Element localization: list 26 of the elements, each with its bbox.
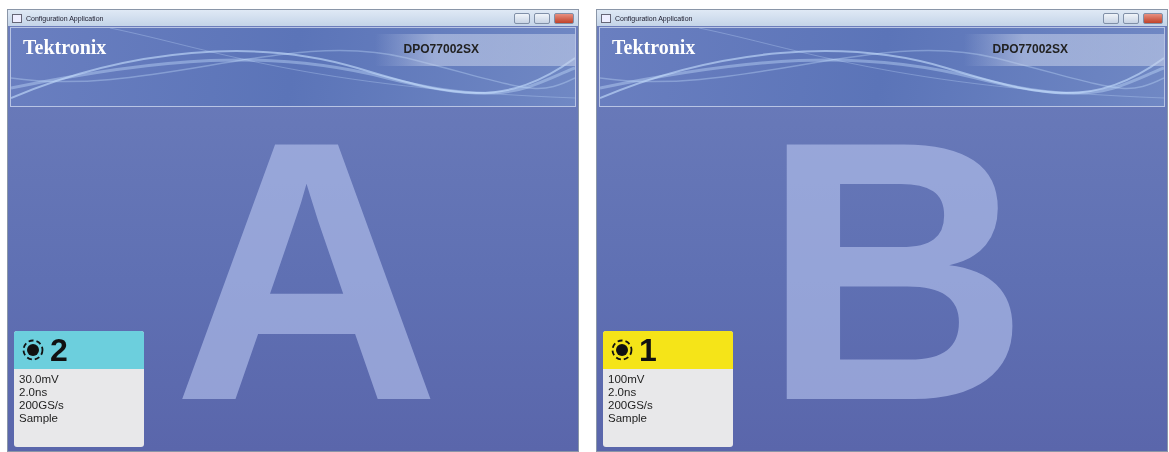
channel-readout: 200GS/s [607, 399, 654, 412]
minimize-button[interactable] [1103, 12, 1119, 24]
channel-number: 1 [639, 334, 657, 366]
channel-readout: 2.0ns [607, 386, 638, 399]
app-icon [601, 13, 611, 23]
app-icon [12, 13, 22, 23]
background-letter: B [762, 86, 1030, 451]
channel-probe-icon [22, 339, 44, 361]
brand-logo: Tektronix [612, 36, 696, 59]
channel-readout: 2.0ns [18, 386, 49, 399]
channel-readout: 30.0mV [18, 373, 60, 386]
minimize-button[interactable] [514, 12, 530, 24]
channel-readout: Sample [18, 412, 59, 425]
background-letter: A [173, 86, 441, 451]
close-button[interactable] [1143, 12, 1163, 24]
channel-number: 2 [50, 334, 68, 366]
channel-readout: Sample [607, 412, 648, 425]
channel-readout: 200GS/s [18, 399, 65, 412]
model-name: DPO77002SX [403, 42, 479, 56]
channel-probe-icon [611, 339, 633, 361]
channel-readout: 100mV [607, 373, 646, 386]
brand-logo: Tektronix [23, 36, 107, 59]
maximize-button[interactable] [534, 12, 550, 24]
maximize-button[interactable] [1123, 12, 1139, 24]
close-button[interactable] [554, 12, 574, 24]
model-name: DPO77002SX [992, 42, 1068, 56]
